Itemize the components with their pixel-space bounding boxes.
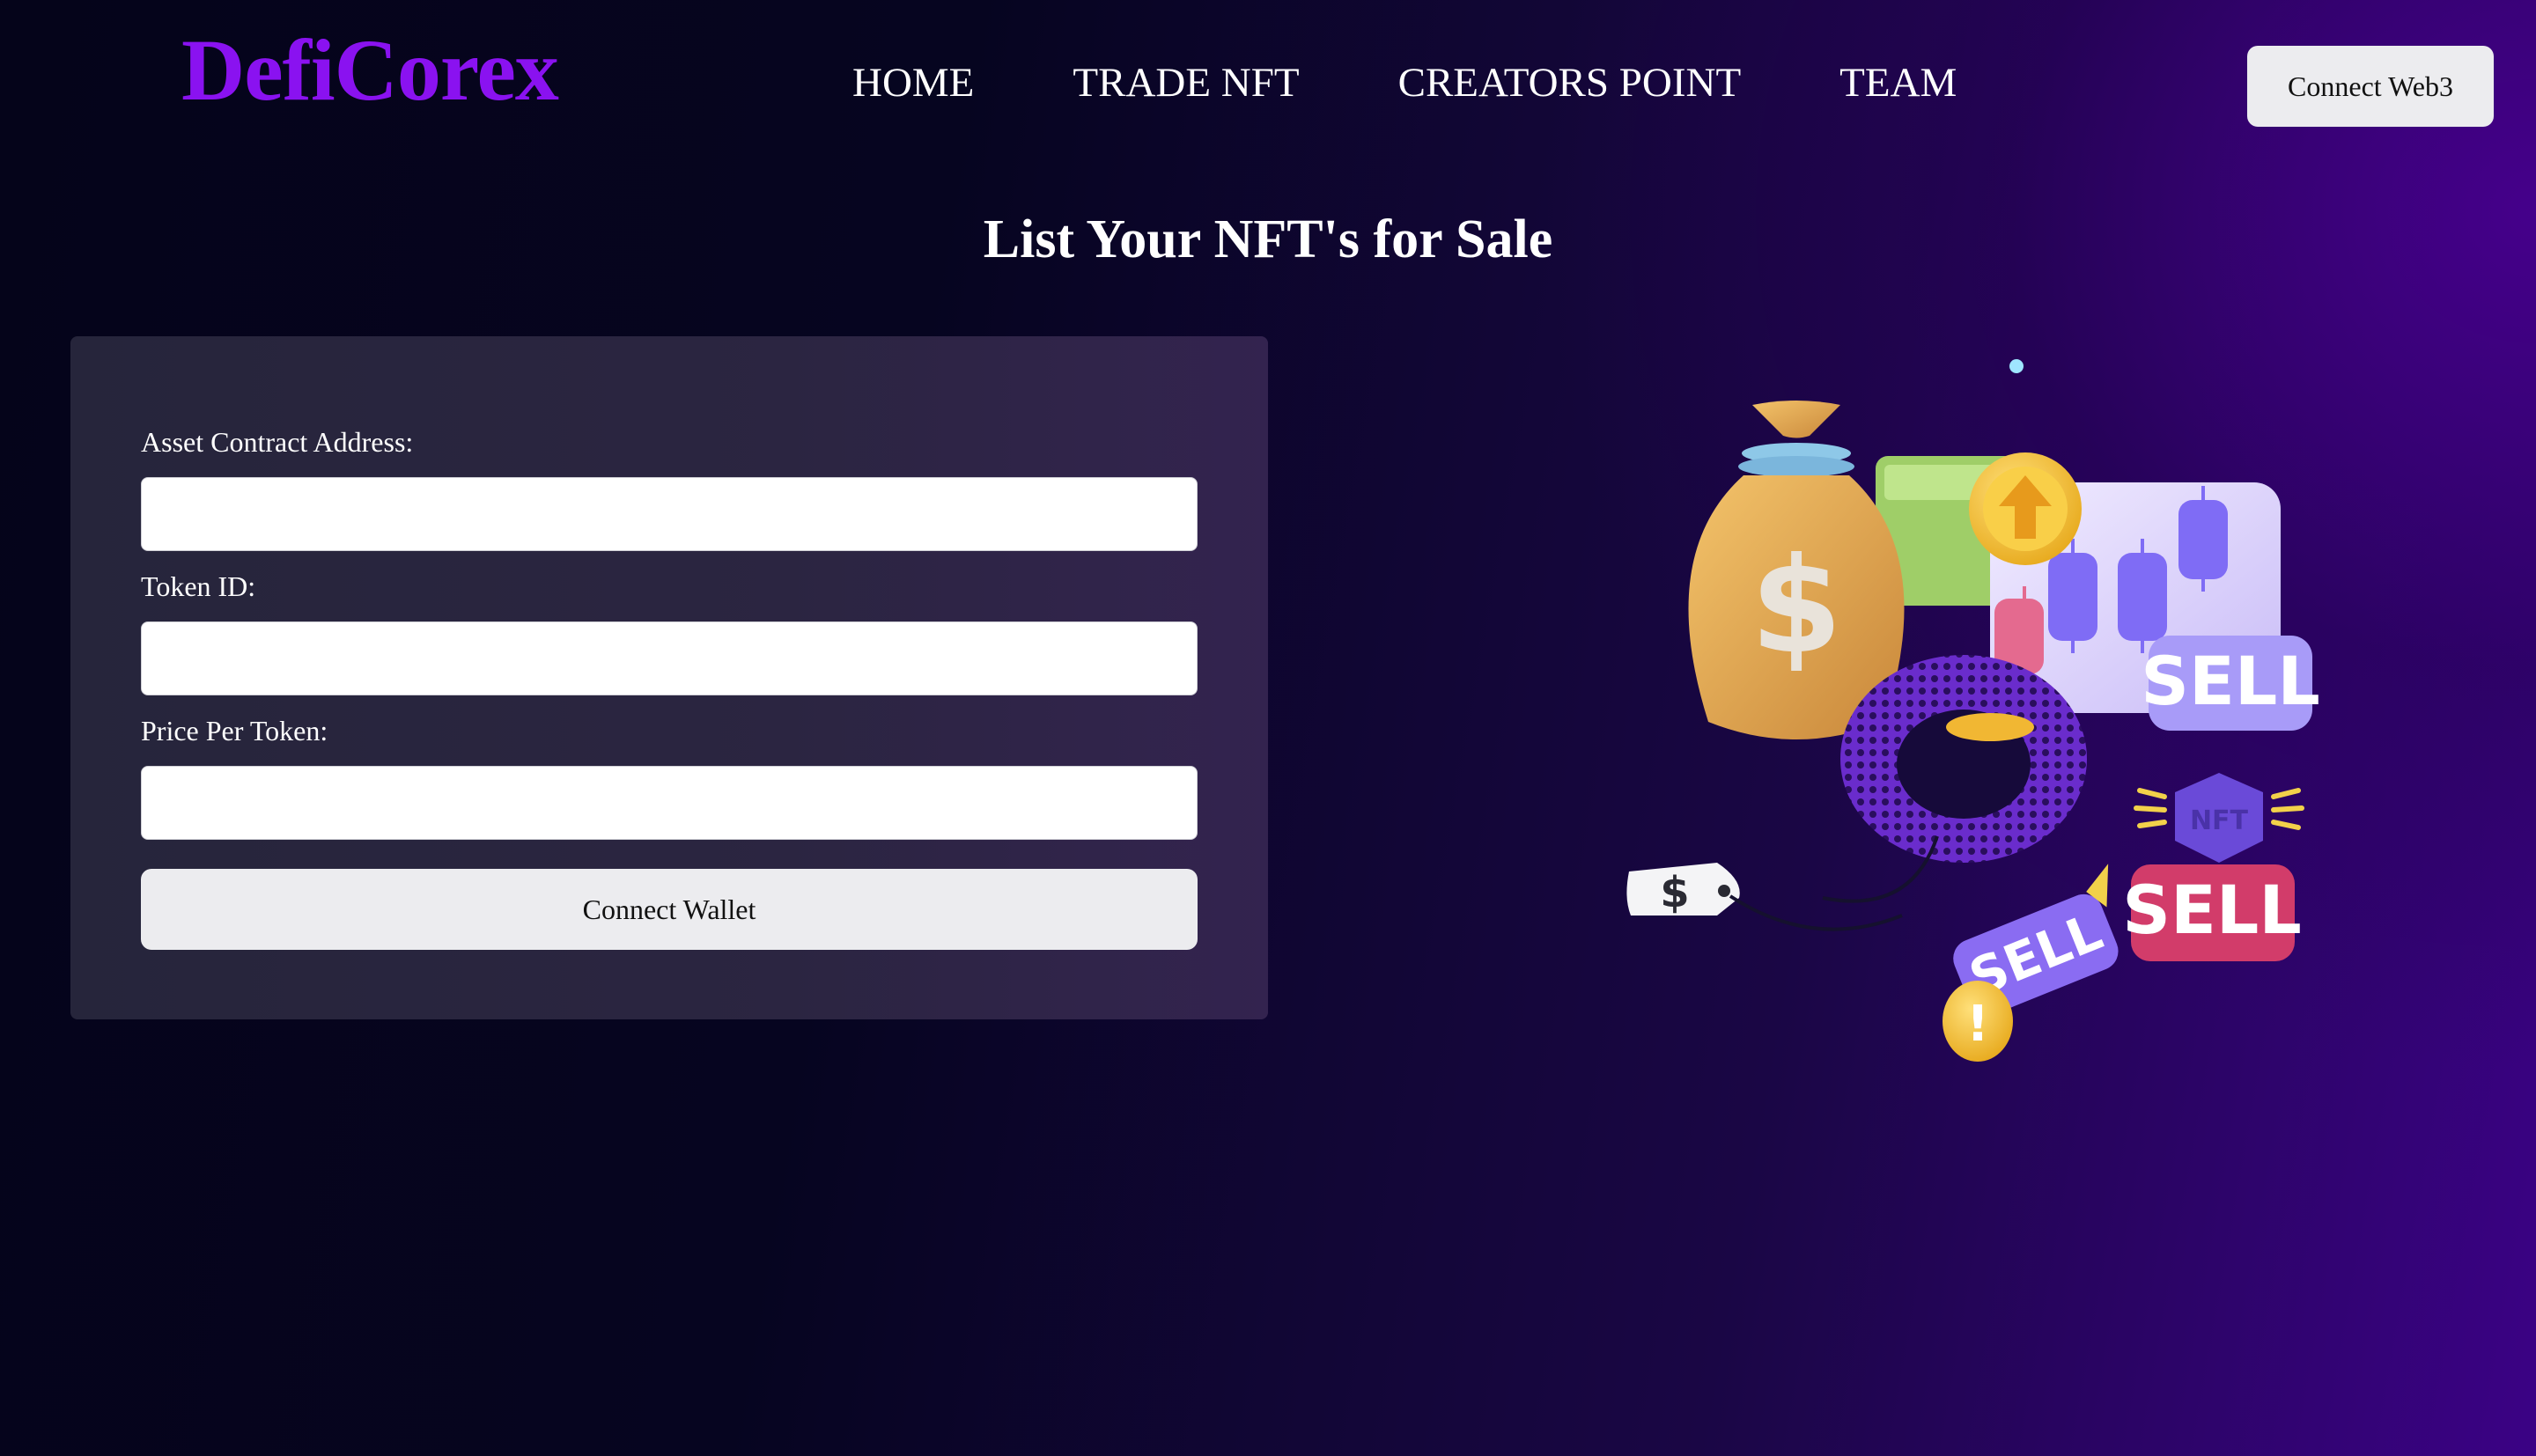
floating-dot-icon: [2009, 359, 2024, 373]
svg-text:NFT: NFT: [2190, 805, 2249, 836]
connect-wallet-button[interactable]: Connect Wallet: [141, 869, 1198, 950]
nav-trade-nft-link[interactable]: TRADE NFT: [1073, 51, 1299, 114]
sell-badge-red: SELL: [2122, 864, 2302, 961]
sell-badge-card: SELL: [2141, 636, 2320, 731]
nav-team-link[interactable]: TEAM: [1839, 51, 1957, 114]
asset-contract-address-input[interactable]: [141, 477, 1198, 551]
svg-text:SELL: SELL: [2122, 871, 2302, 949]
asset-contract-address-label: Asset Contract Address:: [141, 426, 414, 458]
main-nav: HOME TRADE NFT CREATORS POINT TEAM: [852, 51, 1957, 114]
price-per-token-input[interactable]: [141, 766, 1198, 840]
token-id-label: Token ID:: [141, 570, 256, 602]
connect-web3-button[interactable]: Connect Web3: [2247, 46, 2494, 127]
price-per-token-label: Price Per Token:: [141, 715, 328, 746]
arrow-up-coin-icon: [1969, 452, 2082, 565]
svg-text:SELL: SELL: [2141, 642, 2320, 720]
nft-sale-illustration: $ SELL NFT SELL SELL $ !: [1626, 359, 2320, 1062]
nav-creators-point-link[interactable]: CREATORS POINT: [1398, 51, 1742, 114]
svg-text:$: $: [1660, 868, 1689, 917]
exclamation-coin-icon: !: [1943, 981, 2013, 1062]
dollar-sign-text: $: [1751, 530, 1842, 683]
nft-hexagon-icon: NFT: [2134, 773, 2304, 863]
listing-form-card: Asset Contract Address: Token ID: Price …: [70, 336, 1268, 1019]
nav-home-link[interactable]: HOME: [852, 51, 974, 114]
svg-text:!: !: [1966, 996, 1989, 1053]
money-bag-icon: $: [1688, 401, 1905, 739]
price-tag-icon: $: [1626, 863, 1903, 931]
token-id-input[interactable]: [141, 621, 1198, 695]
page-title: List Your NFT's for Sale: [983, 210, 1553, 269]
brand-logo[interactable]: DefiCorex: [181, 18, 559, 123]
